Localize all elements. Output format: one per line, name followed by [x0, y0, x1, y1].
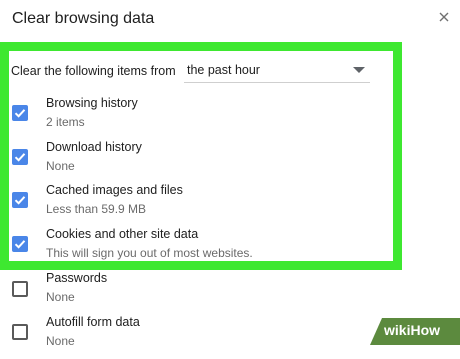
checkbox-passwords[interactable]	[12, 281, 28, 297]
checkbox-download-history[interactable]	[12, 149, 28, 165]
item-autofill: Autofill form data None	[0, 315, 400, 359]
item-title: Download history	[46, 140, 142, 154]
time-range-select[interactable]: the past hour	[184, 58, 370, 83]
item-browsing-history: Browsing history 2 items	[0, 96, 400, 140]
close-button[interactable]	[434, 8, 454, 28]
dialog-header: Clear browsing data	[0, 0, 460, 40]
item-cookies: Cookies and other site data This will si…	[0, 227, 400, 271]
time-range-value: the past hour	[187, 63, 260, 77]
item-passwords: Passwords None	[0, 271, 400, 315]
checkbox-cached-images[interactable]	[12, 192, 28, 208]
item-subtitle: None	[46, 334, 75, 348]
wikihow-watermark: wikiHow	[370, 318, 460, 345]
item-subtitle: This will sign you out of most websites.	[46, 246, 253, 260]
dialog-title: Clear browsing data	[12, 10, 155, 27]
item-cached-images: Cached images and files Less than 59.9 M…	[0, 183, 400, 227]
checkmark-icon	[14, 109, 26, 118]
checkmark-icon	[14, 240, 26, 249]
checkbox-autofill[interactable]	[12, 324, 28, 340]
item-title: Cookies and other site data	[46, 227, 199, 241]
item-subtitle: 2 items	[46, 115, 85, 129]
item-title: Cached images and files	[46, 183, 183, 197]
item-download-history: Download history None	[0, 140, 400, 184]
item-subtitle: None	[46, 159, 75, 173]
checkbox-cookies[interactable]	[12, 236, 28, 252]
item-title: Browsing history	[46, 96, 138, 110]
close-icon	[439, 9, 449, 27]
item-title: Passwords	[46, 271, 108, 285]
watermark-text: wikiHow	[384, 322, 441, 338]
checkmark-icon	[14, 153, 26, 162]
item-subtitle: Less than 59.9 MB	[46, 202, 147, 216]
item-title: Autofill form data	[46, 315, 140, 329]
item-subtitle: None	[46, 290, 75, 304]
dropdown-arrow-icon	[353, 67, 365, 73]
time-range-label: Clear the following items from	[11, 64, 176, 78]
checkmark-icon	[14, 196, 26, 205]
checkbox-browsing-history[interactable]	[12, 105, 28, 121]
